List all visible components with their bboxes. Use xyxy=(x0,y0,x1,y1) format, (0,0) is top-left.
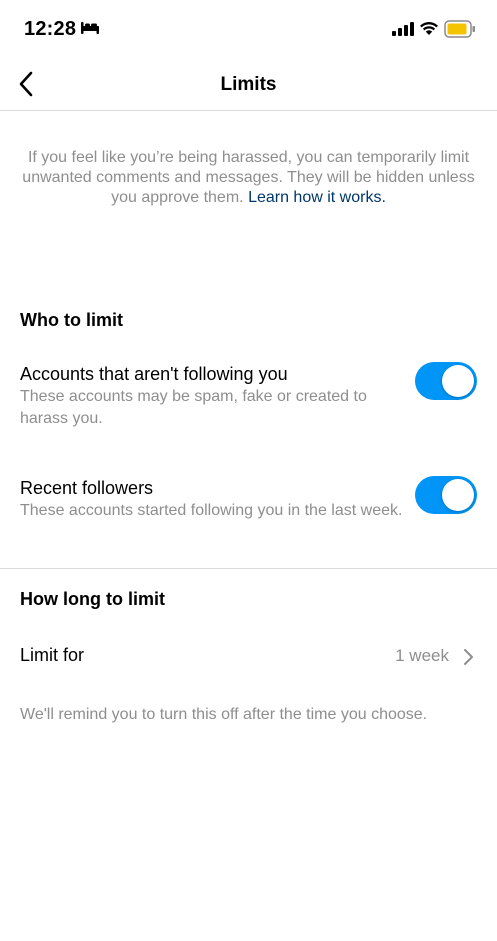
non-followers-toggle[interactable] xyxy=(415,362,477,400)
toggle-knob xyxy=(442,365,474,397)
bed-icon xyxy=(80,21,100,40)
status-time: 12:28 xyxy=(24,18,77,40)
section-divider xyxy=(0,568,497,569)
chevron-right-icon xyxy=(464,649,473,665)
option-title: Accounts that aren't following you xyxy=(20,364,288,384)
limit-option-non-followers: Accounts that aren't following you These… xyxy=(20,362,477,430)
limit-for-label: Limit for xyxy=(20,645,85,665)
section-header-who-to-limit: Who to limit xyxy=(20,310,123,330)
learn-more-link[interactable]: Learn how it works. xyxy=(248,189,386,206)
option-description: These accounts may be spam, fake or crea… xyxy=(20,388,367,427)
nav-bar: Limits xyxy=(0,58,497,111)
reminder-note: We'll remind you to turn this off after … xyxy=(20,706,428,723)
toggle-knob xyxy=(442,479,474,511)
option-description: These accounts started following you in … xyxy=(20,502,403,519)
limit-option-recent-followers: Recent followers These accounts started … xyxy=(20,476,477,522)
cellular-signal-icon xyxy=(392,22,414,41)
page-title: Limits xyxy=(220,74,277,95)
battery-icon xyxy=(444,20,476,43)
wifi-icon xyxy=(419,20,439,41)
section-header-how-long: How long to limit xyxy=(20,589,165,609)
status-bar: 12:28 xyxy=(0,0,497,58)
recent-followers-toggle[interactable] xyxy=(415,476,477,514)
intro-description: If you feel like you’re being harassed, … xyxy=(20,148,477,208)
option-title: Recent followers xyxy=(20,478,154,498)
limit-duration-value: 1 week xyxy=(395,646,449,665)
limit-duration-row[interactable]: Limit for 1 week xyxy=(20,640,477,674)
